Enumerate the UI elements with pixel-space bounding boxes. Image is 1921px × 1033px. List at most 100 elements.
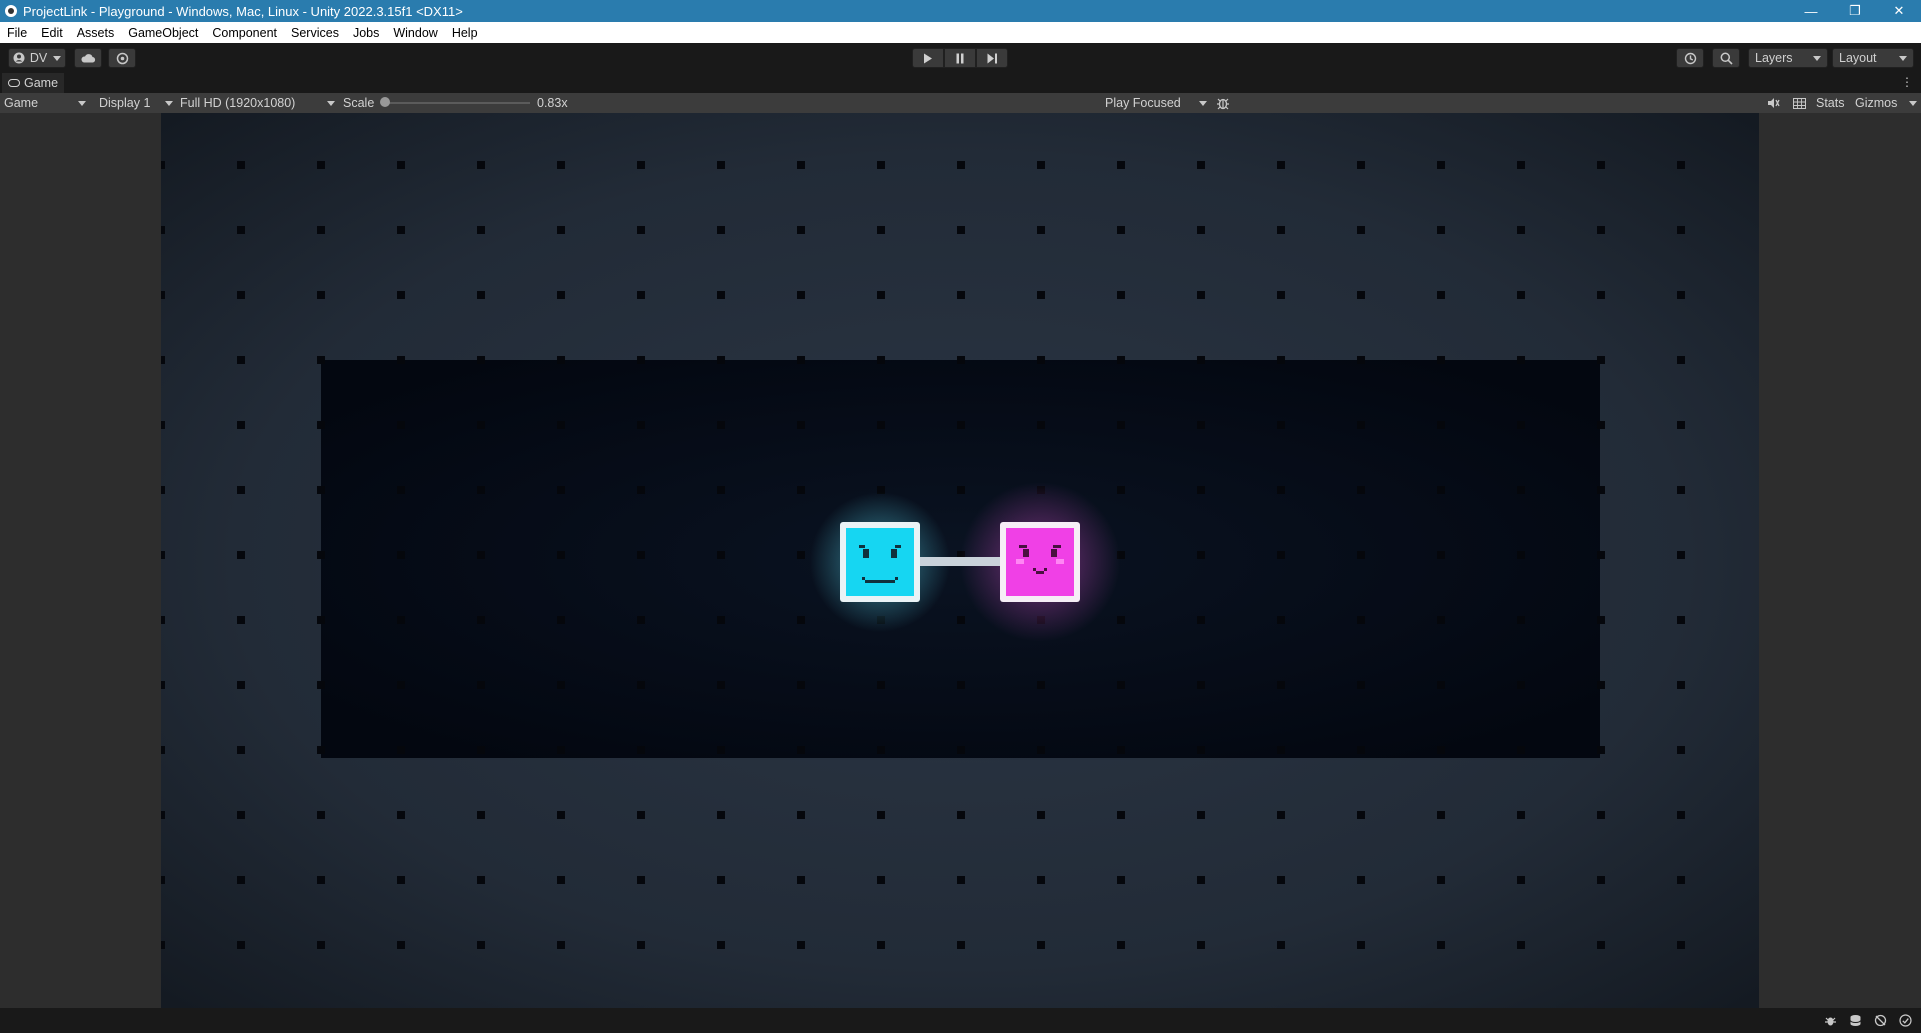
grid-dot: [317, 746, 325, 754]
grid-toggle-button[interactable]: [1790, 93, 1808, 113]
grid-dot: [397, 681, 405, 689]
grid-dot: [1037, 226, 1045, 234]
grid-dot: [717, 681, 725, 689]
grid-dot: [717, 746, 725, 754]
grid-dot: [1517, 876, 1525, 884]
grid-dot: [1677, 941, 1685, 949]
grid-dot: [477, 681, 485, 689]
menu-component[interactable]: Component: [205, 26, 284, 40]
stats-button[interactable]: Stats: [1816, 93, 1845, 113]
grid-dot: [477, 226, 485, 234]
grid-dot: [1357, 356, 1365, 364]
play-focused-dropdown[interactable]: Play Focused: [1105, 93, 1207, 113]
scale-slider-track[interactable]: [384, 102, 530, 104]
grid-dot: [1677, 681, 1685, 689]
grid-dot: [797, 551, 805, 559]
maximize-button[interactable]: ❐: [1833, 0, 1877, 22]
menu-gameobject[interactable]: GameObject: [121, 26, 205, 40]
mute-audio-button[interactable]: [1764, 93, 1782, 113]
grid-dot: [161, 941, 165, 949]
grid-dot: [161, 876, 165, 884]
grid-dot: [237, 811, 245, 819]
grid-dot: [717, 421, 725, 429]
grid-dot: [1597, 486, 1605, 494]
display-dropdown[interactable]: Display 1: [99, 93, 173, 113]
grid-dot: [1357, 421, 1365, 429]
chevron-down-icon: [165, 100, 173, 106]
menu-help[interactable]: Help: [445, 26, 485, 40]
tab-game[interactable]: Game: [2, 73, 65, 93]
play-button[interactable]: [912, 48, 944, 68]
layout-dropdown[interactable]: Layout: [1832, 48, 1914, 68]
chevron-down-icon: [1899, 55, 1907, 61]
grid-dot: [1357, 291, 1365, 299]
grid-dot: [1437, 681, 1445, 689]
grid-dot: [317, 486, 325, 494]
grid-dot: [317, 226, 325, 234]
grid-dot: [717, 226, 725, 234]
view-mode-dropdown[interactable]: Game: [4, 93, 86, 113]
grid-dot: [477, 551, 485, 559]
grid-dot: [1277, 226, 1285, 234]
bug-button[interactable]: [1216, 93, 1230, 113]
grid-dot: [1117, 811, 1125, 819]
undo-history-button[interactable]: [1676, 48, 1704, 68]
account-dropdown[interactable]: DV: [8, 48, 66, 68]
grid-dot: [1597, 551, 1605, 559]
minimize-button[interactable]: —: [1789, 0, 1833, 22]
grid-dot: [557, 161, 565, 169]
grid-dot: [397, 551, 405, 559]
step-icon: [987, 53, 997, 63]
game-viewport[interactable]: [161, 113, 1759, 1008]
menu-services[interactable]: Services: [284, 26, 346, 40]
grid-dot: [877, 356, 885, 364]
grid-dot: [877, 291, 885, 299]
grid-dot: [1357, 681, 1365, 689]
menu-edit[interactable]: Edit: [34, 26, 70, 40]
check-icon[interactable]: [1898, 1013, 1913, 1028]
grid-dot: [877, 811, 885, 819]
pause-button[interactable]: [944, 48, 976, 68]
resolution-dropdown[interactable]: Full HD (1920x1080): [180, 93, 335, 113]
grid-dot: [877, 746, 885, 754]
grid-dot: [1437, 226, 1445, 234]
grid-dot: [1197, 811, 1205, 819]
menu-window[interactable]: Window: [386, 26, 444, 40]
menu-file[interactable]: File: [0, 26, 34, 40]
menu-assets[interactable]: Assets: [70, 26, 122, 40]
layers-dropdown[interactable]: Layers: [1748, 48, 1828, 68]
grid-dot: [1277, 681, 1285, 689]
grid-dot: [1517, 681, 1525, 689]
gizmos-dropdown[interactable]: Gizmos: [1855, 93, 1917, 113]
grid-dot: [717, 486, 725, 494]
grid-dot: [1597, 746, 1605, 754]
grid-dot: [237, 226, 245, 234]
grid-dot: [557, 486, 565, 494]
grid-dot: [1597, 161, 1605, 169]
pause-icon: [956, 53, 964, 63]
grid-dot: [1197, 486, 1205, 494]
grid-dot: [1357, 876, 1365, 884]
cloud-button[interactable]: [74, 48, 102, 68]
grid-dot: [397, 486, 405, 494]
database-icon[interactable]: [1848, 1013, 1863, 1028]
grid-dot: [637, 226, 645, 234]
network-icon[interactable]: [1873, 1013, 1888, 1028]
grid-dot: [397, 291, 405, 299]
step-button[interactable]: [976, 48, 1008, 68]
grid-dot: [1677, 551, 1685, 559]
search-button[interactable]: [1712, 48, 1740, 68]
grid-dot: [957, 486, 965, 494]
menu-jobs[interactable]: Jobs: [346, 26, 386, 40]
grid-dot: [797, 486, 805, 494]
close-button[interactable]: ✕: [1877, 0, 1921, 22]
more-options-icon[interactable]: ⋮: [1901, 75, 1913, 89]
grid-dot: [1677, 746, 1685, 754]
debug-icon[interactable]: [1823, 1013, 1838, 1028]
bug-icon: [1217, 98, 1229, 110]
collab-button[interactable]: [108, 48, 136, 68]
grid-dot: [1117, 226, 1125, 234]
window-controls: — ❐ ✕: [1789, 0, 1921, 22]
scale-slider-handle[interactable]: [380, 97, 390, 107]
grid-dot: [717, 811, 725, 819]
